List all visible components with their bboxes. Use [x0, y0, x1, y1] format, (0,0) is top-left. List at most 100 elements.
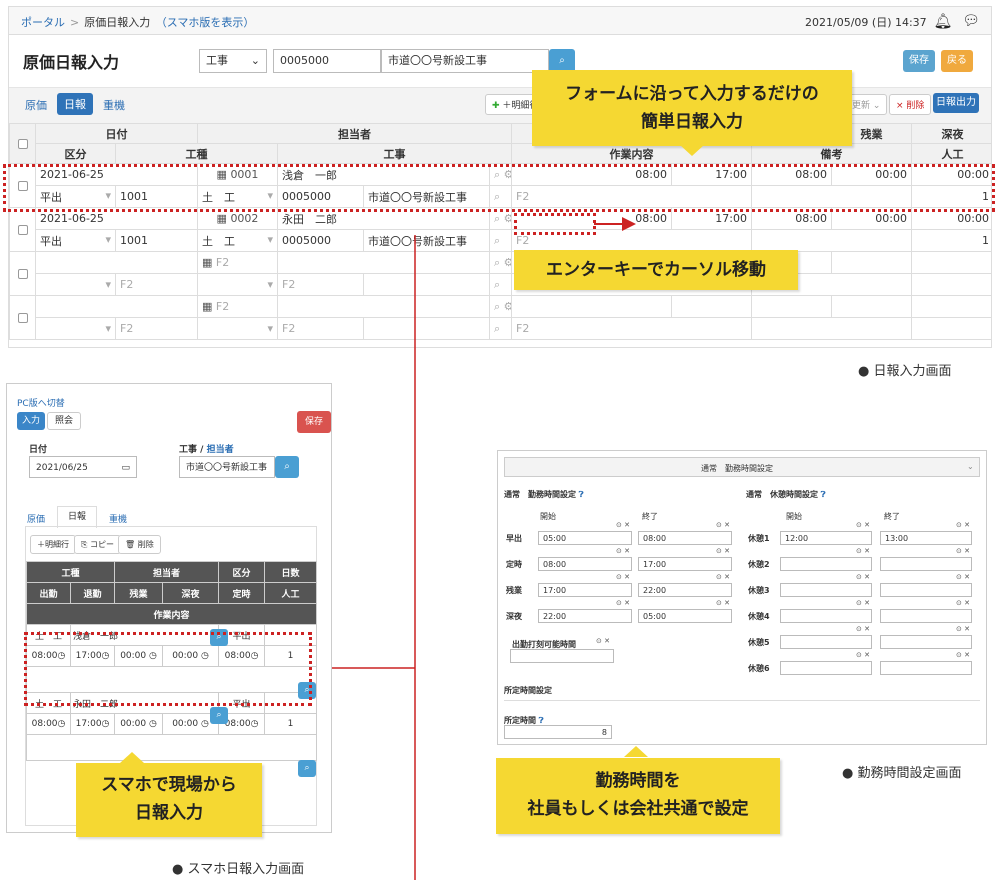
break-end-input[interactable]: 13:00: [880, 531, 972, 545]
print-button[interactable]: 日報出力: [933, 93, 979, 113]
break-end-input[interactable]: [880, 557, 972, 571]
pc-switch-link[interactable]: PC版へ切替: [17, 396, 65, 409]
callout-pointer: [120, 752, 144, 763]
caption-pc: ● 日報入力画面: [858, 364, 952, 379]
work-start-input[interactable]: 08:00: [538, 557, 632, 571]
page-title: 原価日報入力: [23, 53, 120, 72]
work-end-input[interactable]: 08:00: [638, 531, 732, 545]
delete-button[interactable]: 🗑︎ 削除: [118, 535, 161, 554]
tab-daily[interactable]: 日報: [57, 506, 97, 528]
breadcrumb-portal[interactable]: ポータル: [21, 16, 65, 29]
tab-machine[interactable]: 重機: [109, 512, 127, 525]
project-input[interactable]: 市道〇〇号新設工事: [179, 456, 275, 478]
callout-pointer: [624, 746, 648, 757]
caption-mobile: ● スマホ日報入力画面: [172, 862, 305, 877]
delete-button[interactable]: × 削除: [889, 94, 932, 115]
checkbox[interactable]: [17, 139, 28, 149]
type-select[interactable]: 工事 ⌄: [199, 49, 267, 73]
save-button[interactable]: 保存: [903, 50, 935, 72]
mobile-view-link[interactable]: （スマホ版を表示）: [161, 16, 254, 29]
select-all[interactable]: [9, 123, 36, 164]
tab-machine[interactable]: 重機: [103, 97, 125, 113]
caption-worktime: ● 勤務時間設定画面: [842, 766, 962, 781]
highlight-start-time: [514, 213, 596, 235]
list-item: 休憩3 ⊙ ✕ ⊙ ✕: [748, 573, 978, 599]
report-table: 日付 担当者 残業 深夜 区分 工種 工事 作業内容 備考 人工 2021-06…: [9, 123, 991, 340]
break-start-input[interactable]: [780, 661, 872, 675]
break-end-input[interactable]: [880, 661, 972, 675]
work-end-input[interactable]: 22:00: [638, 583, 732, 597]
settings-header[interactable]: 通常 勤務時間設定 ⌄: [504, 457, 980, 477]
header-staff: 担当者: [197, 123, 512, 144]
work-start-input[interactable]: 17:00: [538, 583, 632, 597]
checkbox[interactable]: [17, 269, 28, 279]
search-icon: ⌕: [559, 55, 565, 66]
date-input[interactable]: 2021/06/25 ▭: [29, 456, 137, 478]
mobile-save-button[interactable]: 保存: [297, 411, 331, 433]
code-input[interactable]: 0005000: [273, 49, 381, 73]
trash-icon: 🗑︎: [125, 540, 136, 549]
search-button[interactable]: ⌕: [275, 456, 299, 478]
checkbox[interactable]: [17, 313, 28, 323]
content-search-button[interactable]: ⌕: [298, 760, 316, 777]
tab-cost[interactable]: 原価: [25, 97, 47, 113]
break-start-input[interactable]: [780, 583, 872, 597]
info-icon: ❓︎: [820, 490, 826, 499]
break-end-input[interactable]: [880, 609, 972, 623]
staff-search-button[interactable]: ⌕: [210, 707, 228, 724]
break-end-input[interactable]: [880, 583, 972, 597]
back-button[interactable]: 戻る: [941, 50, 973, 72]
work-end-input[interactable]: 17:00: [638, 557, 732, 571]
worktype-name-cell[interactable]: 土 工 ▾: [197, 229, 278, 252]
fixed-time-section: 所定時間設定: [504, 686, 552, 695]
datetime: 2021/05/09 (日) 14:37: [805, 16, 927, 29]
callout-pointer: [680, 145, 704, 156]
search-icon: ⌕: [304, 763, 310, 773]
header-kind: 区分: [35, 143, 116, 164]
copy-button[interactable]: ⎘ コピー: [74, 535, 121, 554]
calendar-icon[interactable]: ▦ F2: [197, 251, 278, 274]
work-time-rows: 早出 ⊙ ✕ ⊙ ✕ 05:00 08:00 定時 ⊙ ✕ ⊙ ✕ 08:00 17…: [506, 521, 736, 625]
callout-simple-input: フォームに沿って入力するだけの 簡単日報入力: [532, 70, 852, 146]
add-row-button[interactable]: ＋明細行: [30, 535, 76, 554]
header-night: 深夜: [911, 123, 991, 144]
break-start-input[interactable]: [780, 635, 872, 649]
header-project: 工事: [277, 143, 512, 164]
info-icon: ❓︎: [578, 490, 584, 499]
header-man-days: 人工: [911, 143, 991, 164]
kind-cell[interactable]: 平出 ▾: [35, 229, 116, 252]
checkbox[interactable]: [17, 225, 28, 235]
tab-daily[interactable]: 日報: [57, 93, 93, 115]
calendar-icon[interactable]: ▦ F2: [197, 295, 278, 318]
mode-view-button[interactable]: 照会: [47, 412, 81, 430]
search-icon[interactable]: ⌕: [489, 273, 512, 296]
search-icon[interactable]: ⌕ ⚙: [489, 295, 512, 318]
search-icon[interactable]: ⌕: [489, 229, 512, 252]
break-time-title: 通常 休憩時間設定 ❓︎: [746, 490, 826, 499]
remarks-input[interactable]: [751, 229, 912, 252]
break-start-input[interactable]: [780, 557, 872, 571]
fixed-time-input[interactable]: 8: [504, 725, 612, 739]
tab-cost[interactable]: 原価: [27, 512, 45, 525]
man-days-cell[interactable]: 1: [911, 229, 991, 252]
break-end-input[interactable]: [880, 635, 972, 649]
break-start-input[interactable]: 12:00: [780, 531, 872, 545]
list-item: 休憩2 ⊙ ✕ ⊙ ✕: [748, 547, 978, 573]
header-date: 日付: [35, 123, 198, 144]
chat-icon[interactable]: 💬︎: [959, 10, 983, 32]
project-name-input[interactable]: 市道〇〇号新設工事: [381, 49, 549, 73]
break-start-input[interactable]: [780, 609, 872, 623]
table-row: ▦ F2 ⌕ ⚙: [9, 295, 991, 340]
search-icon[interactable]: ⌕ ⚙: [489, 251, 512, 274]
work-start-input[interactable]: 22:00: [538, 609, 632, 623]
break-time-rows: 休憩1 ⊙ ✕ ⊙ ✕ 12:00 13:00 休憩2 ⊙ ✕ ⊙ ✕ 休憩3 ⊙ …: [748, 521, 978, 677]
work-end-input[interactable]: 05:00: [638, 609, 732, 623]
search-icon[interactable]: ⌕: [489, 317, 512, 340]
punch-input[interactable]: [510, 649, 614, 663]
breadcrumb: ポータル > 原価日報入力 （スマホ版を表示）: [21, 16, 255, 29]
mode-input-button[interactable]: 入力: [17, 412, 45, 430]
bell-icon[interactable]: 🔔︎: [931, 10, 955, 32]
worktype-code-cell[interactable]: 1001: [115, 229, 198, 252]
highlight-row: [3, 164, 995, 212]
work-start-input[interactable]: 05:00: [538, 531, 632, 545]
